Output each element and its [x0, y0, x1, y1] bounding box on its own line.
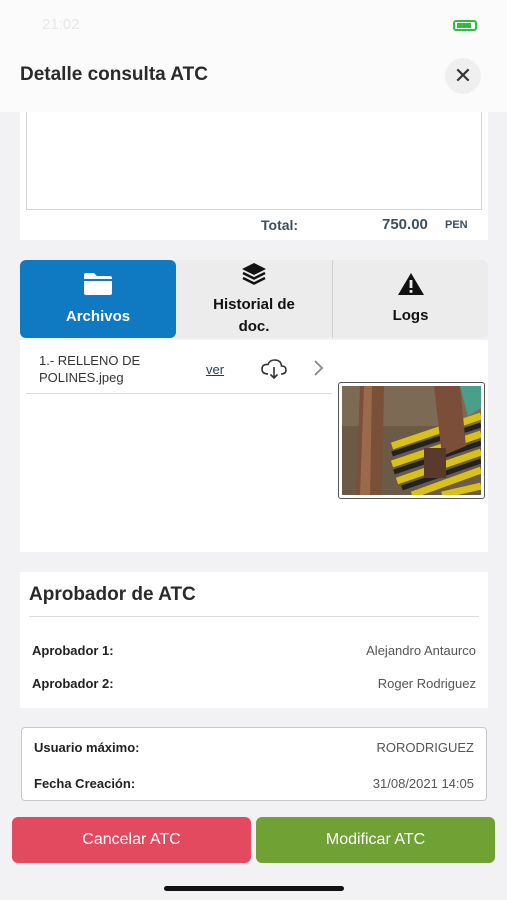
meta-section: Usuario máximo: RORODRIGUEZ Fecha Creaci… [21, 727, 487, 801]
file-name: 1.- RELLENO DE POLINES.jpeg [39, 353, 141, 385]
tab-logs-label: Logs [392, 306, 429, 324]
approver-1-value: Alejandro Antaurco [366, 643, 476, 658]
battery-icon [453, 20, 477, 31]
divider [29, 616, 479, 617]
status-time: 21:02 [42, 16, 80, 33]
page-title: Detalle consulta ATC [20, 64, 208, 85]
section-title: Aprobador de ATC [29, 584, 196, 605]
total-currency: PEN [445, 219, 468, 231]
description-field[interactable] [26, 112, 482, 210]
folder-icon [82, 271, 114, 302]
tab-archivos-label: Archivos [65, 307, 131, 325]
total-value: 750.00 [382, 216, 428, 233]
close-icon: ✕ [453, 63, 473, 88]
tab-bar: Archivos Historial de doc. Logs [20, 260, 488, 338]
home-indicator [164, 886, 344, 891]
modify-atc-button[interactable]: Modificar ATC [256, 817, 495, 863]
approver-1-label: Aprobador 1: [32, 643, 114, 658]
total-label: Total: [261, 217, 299, 233]
max-user-label: Usuario máximo: [34, 740, 140, 755]
creation-date-label: Fecha Creación: [34, 776, 136, 791]
approver-2-label: Aprobador 2: [32, 676, 114, 691]
warning-icon [397, 272, 425, 301]
file-thumbnail[interactable] [338, 382, 485, 499]
cloud-download-icon[interactable] [260, 358, 288, 385]
tab-historial[interactable]: Historial de doc. [176, 260, 332, 338]
approver-2-value: Roger Rodriguez [377, 676, 476, 691]
chevron-right-icon[interactable] [313, 358, 325, 384]
tab-historial-label: Historial de doc. [213, 295, 295, 335]
approver-section: Aprobador de ATC Aprobador 1: Alejandro … [20, 572, 488, 708]
files-panel: 1.- RELLENO DE POLINES.jpeg ver [20, 340, 488, 552]
layers-icon [240, 261, 268, 290]
header: Detalle consulta ATC ✕ [0, 48, 507, 112]
tab-logs[interactable]: Logs [332, 260, 488, 338]
creation-date-value: 31/08/2021 14:05 [372, 776, 474, 791]
max-user-value: RORODRIGUEZ [376, 740, 475, 755]
close-button[interactable]: ✕ [445, 58, 481, 94]
description-card: Total: 750.00 PEN [20, 112, 488, 240]
photo-preview-image [342, 386, 483, 499]
tab-archivos[interactable]: Archivos [20, 260, 176, 338]
file-row: 1.- RELLENO DE POLINES.jpeg ver [26, 348, 332, 394]
status-bar: 21:02 [0, 0, 507, 48]
view-file-link[interactable]: ver [206, 362, 224, 377]
cancel-atc-button[interactable]: Cancelar ATC [12, 817, 251, 863]
